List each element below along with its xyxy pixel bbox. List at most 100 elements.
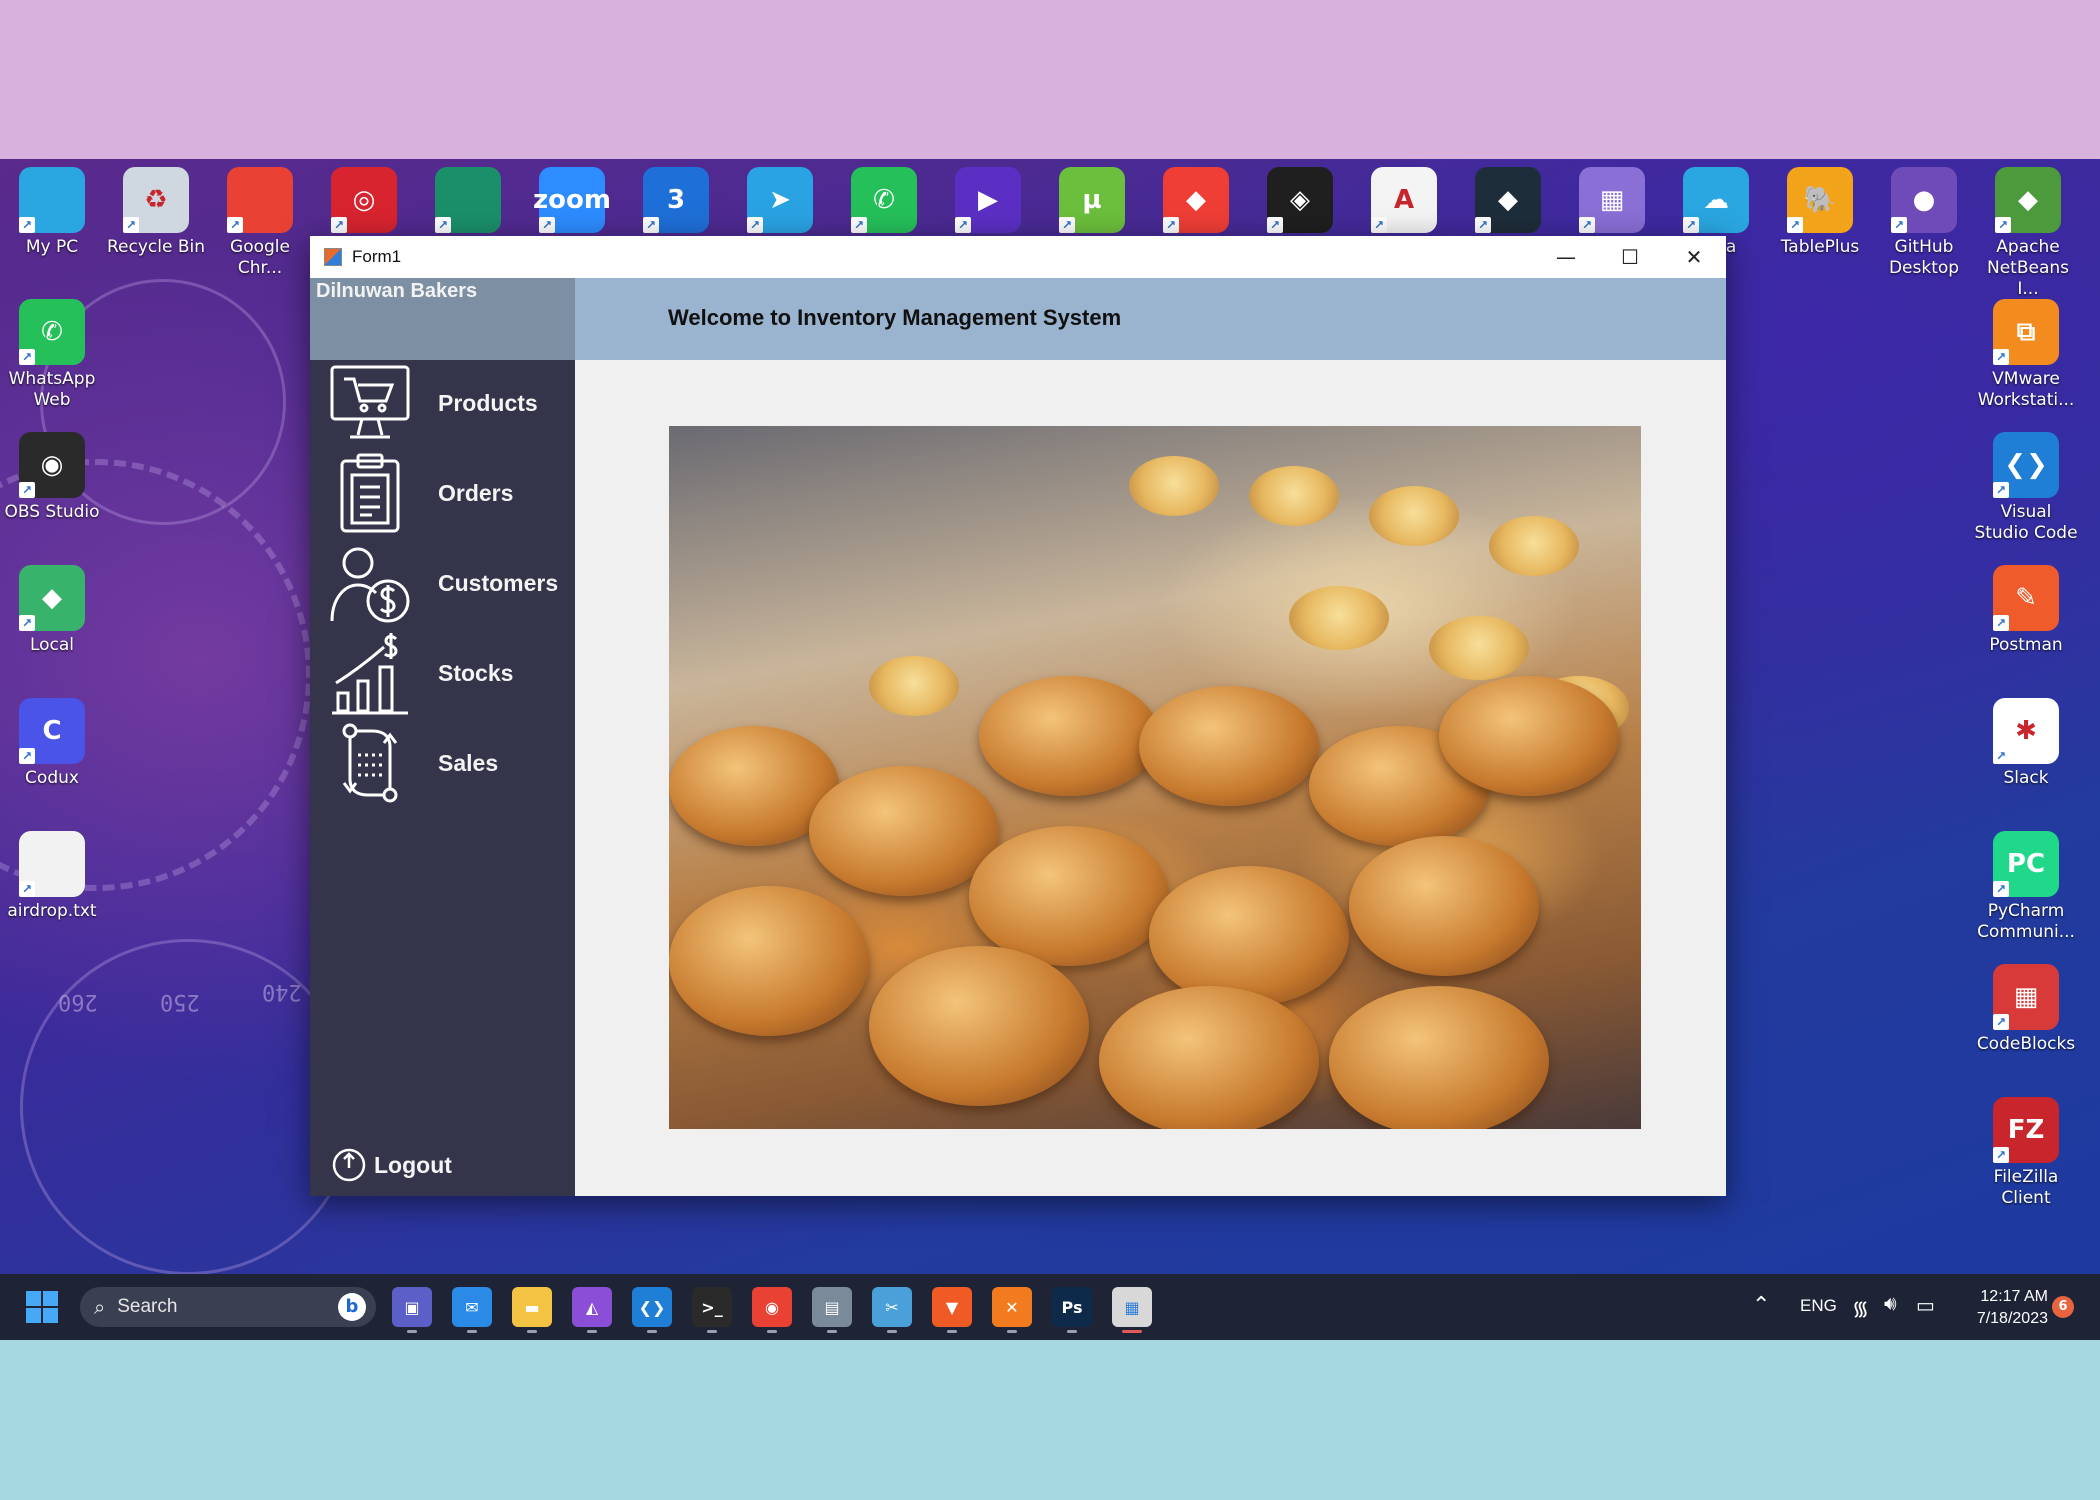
xampp-icon[interactable]: ✕: [992, 1287, 1032, 1333]
desktop-shortcut[interactable]: ◆ ↗: [1456, 167, 1560, 233]
terminal-icon[interactable]: >_: [692, 1287, 732, 1333]
codeblocks-icon: ▦ ↗: [1993, 964, 2059, 1030]
icon-glyph: ◉: [765, 1297, 779, 1317]
desktop-shortcut[interactable]: A ↗: [1352, 167, 1456, 233]
shortcut-arrow-icon: ↗: [643, 217, 659, 233]
minimize-button[interactable]: —: [1534, 236, 1598, 278]
desktop-shortcut[interactable]: ▦ ↗ CodeBlocks: [1974, 964, 2078, 1055]
desktop-shortcut[interactable]: FZ ↗ FileZilla Client: [1974, 1097, 2078, 1209]
pastry-shape: [1439, 676, 1619, 796]
desktop-shortcut[interactable]: ↗ Google Chr...: [208, 167, 312, 279]
icon-glyph: ✂: [885, 1297, 899, 1317]
icon-glyph: ❮❯: [638, 1297, 666, 1317]
shortcut-arrow-icon: ↗: [331, 217, 347, 233]
desktop-shortcut[interactable]: ◉ ↗ OBS Studio: [0, 432, 104, 523]
desktop-shortcut[interactable]: ⧉ ↗ VMware Workstati...: [1974, 299, 2078, 411]
shortcut-label: Recycle Bin: [106, 237, 205, 257]
nav-item-sales[interactable]: Sales: [328, 720, 575, 806]
desktop-shortcut[interactable]: C ↗ Codux: [0, 698, 104, 789]
vscode-taskbar-icon[interactable]: ❮❯: [632, 1287, 672, 1333]
mail-icon[interactable]: ✉: [452, 1287, 492, 1333]
icon-glyph: ◆: [1498, 185, 1518, 215]
running-indicator: [827, 1330, 837, 1333]
recycle-bin-icon: ♻ ↗: [123, 167, 189, 233]
desktop-shortcut[interactable]: ✆ ↗ WhatsApp Web: [0, 299, 104, 411]
desktop-shortcut[interactable]: ▦ ↗: [1560, 167, 1664, 233]
icon-glyph: ♻: [144, 185, 168, 215]
taskbar-search-box[interactable]: ⌕ Search b: [80, 1287, 376, 1327]
desktop-shortcut[interactable]: ◆ ↗ Apache NetBeans I...: [1976, 167, 2080, 300]
icon-glyph: ▦: [2013, 982, 2039, 1012]
running-indicator: [527, 1330, 537, 1333]
shortcut-arrow-icon: ↗: [1163, 217, 1179, 233]
system-clock[interactable]: 12:17 AM 7/18/2023: [1962, 1286, 2048, 1330]
data-studio-icon: ☁ ↗: [1683, 167, 1749, 233]
icon-glyph: ✆: [873, 185, 895, 215]
desktop-shortcut[interactable]: ↗: [416, 167, 520, 233]
shortcut-arrow-icon: ↗: [1683, 217, 1699, 233]
shortcut-label: Slack: [2003, 768, 2049, 788]
notification-badge[interactable]: 6: [2052, 1296, 2074, 1318]
icon-glyph: ✉: [465, 1297, 479, 1317]
pastry-shape: [669, 886, 869, 1036]
visual-studio-icon[interactable]: ◭: [572, 1287, 612, 1333]
file-explorer-icon[interactable]: ▬: [512, 1287, 552, 1333]
chrome-taskbar-icon[interactable]: ◉: [752, 1287, 792, 1333]
desktop-shortcut[interactable]: ❮❯ ↗ Visual Studio Code: [1974, 432, 2078, 544]
brand-name: Dilnuwan Bakers: [316, 280, 478, 302]
desktop-shortcut[interactable]: ✎ ↗ Postman: [1974, 565, 2078, 656]
windows-start-button[interactable]: [26, 1291, 58, 1323]
pastry-shape: [1429, 616, 1529, 680]
snipping-tool-icon[interactable]: ✂: [872, 1287, 912, 1333]
running-indicator: [1007, 1330, 1017, 1333]
icon-glyph: ⧉: [2016, 316, 2036, 347]
desktop-shortcut[interactable]: ▶ ↗: [936, 167, 1040, 233]
nav-item-customers[interactable]: Customers: [328, 540, 575, 626]
desktop-shortcut[interactable]: 🐘 ↗ TablePlus: [1768, 167, 1872, 258]
desktop-shortcut[interactable]: ✆ ↗: [832, 167, 936, 233]
close-button[interactable]: ✕: [1662, 236, 1726, 278]
photoshop-icon[interactable]: Ps: [1052, 1287, 1092, 1333]
desktop-shortcut[interactable]: ◎ ↗: [312, 167, 416, 233]
shortcut-arrow-icon: ↗: [1993, 349, 2009, 365]
shortcut-arrow-icon: ↗: [1267, 217, 1283, 233]
icon-glyph: ◆: [1186, 185, 1206, 215]
nav-item-stocks[interactable]: Stocks: [328, 630, 575, 716]
shortcut-arrow-icon: ↗: [1059, 217, 1075, 233]
icon-glyph: ▬: [524, 1297, 540, 1317]
logout-button[interactable]: Logout: [332, 1148, 452, 1182]
clock-date: 7/18/2023: [1976, 1310, 2048, 1327]
desktop-shortcut[interactable]: 3 ↗: [624, 167, 728, 233]
desktop-shortcut[interactable]: ◈ ↗: [1248, 167, 1352, 233]
filezilla-icon: FZ ↗: [1993, 1097, 2059, 1163]
running-indicator: [407, 1330, 417, 1333]
desktop-shortcut[interactable]: zoom ↗: [520, 167, 624, 233]
icon-glyph: ☁: [1703, 185, 1729, 215]
pastry-shape: [1129, 456, 1219, 516]
icon-glyph: ✱: [2015, 716, 2037, 746]
edge-icon: ↗: [435, 167, 501, 233]
desktop-shortcut[interactable]: PC ↗ PyCharm Communi...: [1974, 831, 2078, 943]
desktop-shortcut[interactable]: ● ↗ GitHub Desktop: [1872, 167, 1976, 279]
winforms-app-icon[interactable]: ▦: [1112, 1287, 1152, 1333]
nav-item-products[interactable]: Products: [328, 360, 575, 446]
desktop-shortcut[interactable]: ✱ ↗ Slack: [1974, 698, 2078, 789]
wallpaper-number: 250: [160, 989, 200, 1014]
teams-icon[interactable]: ▣: [392, 1287, 432, 1333]
brave-icon[interactable]: ▼: [932, 1287, 972, 1333]
whatsapp-icon: ✆ ↗: [851, 167, 917, 233]
maximize-button[interactable]: ☐: [1598, 236, 1662, 278]
desktop-shortcut[interactable]: µ ↗: [1040, 167, 1144, 233]
desktop-shortcut[interactable]: ➤ ↗: [728, 167, 832, 233]
desktop-shortcut[interactable]: ♻ ↗ Recycle Bin: [104, 167, 208, 258]
nav-item-orders[interactable]: Orders: [328, 450, 575, 536]
monitor-icon: ↗: [19, 167, 85, 233]
stocks-chart-icon: [328, 631, 412, 715]
desktop-shortcut[interactable]: ↗ My PC: [0, 167, 104, 258]
desktop-shortcut[interactable]: ◆ ↗: [1144, 167, 1248, 233]
desktop-shortcut[interactable]: ↗ airdrop.txt: [0, 831, 104, 922]
desktop-shortcut[interactable]: ◆ ↗ Local: [0, 565, 104, 656]
window-titlebar[interactable]: Form1 — ☐ ✕: [310, 236, 1726, 278]
disk-tool-icon[interactable]: ▤: [812, 1287, 852, 1333]
bing-icon[interactable]: b: [338, 1293, 366, 1321]
